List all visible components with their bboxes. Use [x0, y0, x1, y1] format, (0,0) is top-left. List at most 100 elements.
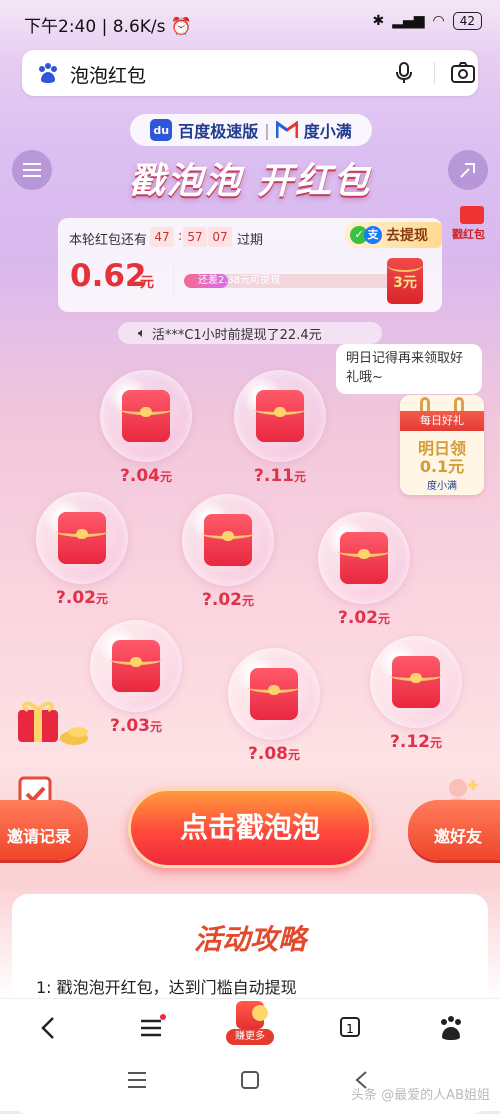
redpack-side-button[interactable]: 戳红包	[452, 206, 492, 246]
pop-bubble-button[interactable]: 点击戳泡泡	[128, 788, 372, 868]
countdown-prefix: 本轮红包还有	[69, 233, 148, 248]
baidu-paw-icon	[39, 63, 57, 83]
countdown-colon: :	[178, 229, 183, 244]
envelope-knot	[130, 657, 142, 667]
red-envelope-icon	[248, 668, 300, 720]
daily-gift-calendar[interactable]: 每日好礼 明日领 0.1元 度小满	[400, 395, 484, 495]
brand-name-1: 百度极速版	[178, 122, 259, 141]
menu-lines-icon[interactable]	[136, 1013, 166, 1043]
red-envelope-icon	[56, 512, 108, 564]
status-icons: ✱ ▂▄▆ ◠ 42	[372, 12, 482, 30]
envelope-knot	[358, 549, 370, 559]
red-envelope-icon	[110, 640, 162, 692]
envelope-knot	[222, 531, 234, 541]
bubble[interactable]	[100, 370, 192, 462]
calendar-header: 每日好礼	[400, 411, 484, 431]
calendar-footer: 度小满	[427, 481, 457, 492]
strategy-heading: 活动攻略	[193, 923, 306, 956]
baidu-home-icon[interactable]	[436, 1013, 466, 1043]
red-envelope-icon	[338, 532, 390, 584]
envelope-knot	[268, 685, 280, 695]
tomorrow-tip: 明日记得再来领取好礼哦~	[336, 344, 482, 394]
redpack-side-label: 戳红包	[452, 228, 485, 241]
envelope-knot	[76, 529, 88, 539]
red-envelope-icon	[460, 206, 484, 224]
strategy-rule: 1: 戳泡泡开红包，达到门槛自动提现	[36, 978, 297, 997]
bubble[interactable]	[228, 648, 320, 740]
withdraw-progress-bar: 还差2.38元可提现	[184, 274, 394, 288]
earn-more-label: 赚更多	[226, 1029, 274, 1045]
camera-icon[interactable]	[450, 61, 476, 85]
bubble-amount: ?.04元	[100, 466, 192, 486]
card-divider	[173, 262, 174, 298]
tabs-button[interactable]: 1	[336, 1013, 366, 1043]
red-envelope-icon	[254, 390, 306, 442]
brand-name-2: 度小满	[303, 122, 352, 141]
coin-icon	[252, 1005, 268, 1021]
brand-pill: du 百度极速版 | 度小满	[130, 114, 372, 146]
bubble-amount-value: ?.03	[110, 716, 150, 736]
gift-box-icon	[18, 701, 88, 745]
countdown-minutes: 57	[183, 227, 207, 247]
bubble[interactable]	[370, 636, 462, 728]
countdown-hours: 47	[150, 227, 174, 247]
countdown-seconds: 07	[208, 227, 232, 247]
signal-icon: ▂▄▆	[392, 13, 425, 29]
envelope-knot	[140, 407, 152, 417]
microphone-icon[interactable]	[394, 61, 414, 85]
bubble-amount: ?.08元	[228, 744, 320, 764]
bubble-amount: ?.02元	[318, 608, 410, 628]
ticker-text: 活***C1小时前提现了22.4元	[151, 327, 322, 343]
envelope-knot	[274, 407, 286, 417]
bubble-amount-unit: 元	[429, 736, 442, 750]
bubble-amount-unit: 元	[95, 592, 108, 606]
bubble-amount-value: ?.12	[390, 732, 430, 752]
status-time: 下午2:40 | 8.6K/s ⏰	[24, 17, 193, 37]
earn-more-button[interactable]: 赚更多	[226, 1001, 274, 1047]
bubble-amount-value: ?.02	[56, 588, 96, 608]
invite-friend-button[interactable]: 邀好友	[408, 800, 500, 860]
balance-amount: 0.62	[70, 258, 147, 294]
bottom-nav: 赚更多 1	[0, 998, 500, 1055]
bubble[interactable]	[36, 492, 128, 584]
search-bar[interactable]: 泡泡红包	[22, 50, 478, 96]
alipay-icon: 支	[364, 226, 382, 244]
recent-apps-icon[interactable]	[126, 1070, 148, 1090]
wifi-icon: ◠	[432, 13, 445, 29]
bubble-amount-value: ?.11	[254, 466, 294, 486]
calendar-line2: 0.1元	[419, 457, 465, 476]
bubble-amount-unit: 元	[287, 748, 300, 762]
bubble-amount-value: ?.02	[338, 608, 378, 628]
watermark: 头条 @最爱的人AB姐姐	[351, 1088, 490, 1103]
home-icon[interactable]	[240, 1070, 260, 1090]
earn-more-icon	[236, 1001, 268, 1029]
bubble-amount-unit: 元	[149, 720, 162, 734]
bubble-amount: ?.11元	[234, 466, 326, 486]
search-input[interactable]: 泡泡红包	[70, 61, 146, 88]
bubble-amount-value: ?.02	[202, 590, 242, 610]
bubble[interactable]	[90, 620, 182, 712]
withdraw-ticker: 🔈︎ 活***C1小时前提现了22.4元	[118, 322, 382, 344]
envelope-knot	[410, 673, 422, 683]
battery-icon: 42	[452, 12, 482, 30]
bubble-amount: ?.02元	[36, 588, 128, 608]
bubble-amount-unit: 元	[293, 470, 306, 484]
bubble-amount: ?.02元	[182, 590, 274, 610]
bubble[interactable]	[318, 512, 410, 604]
target-envelope: 3元	[387, 258, 423, 304]
bubble-amount: ?.12元	[370, 732, 462, 752]
bubble-amount-unit: 元	[159, 470, 172, 484]
tabs-count: 1	[340, 1017, 360, 1037]
bubble-amount-unit: 元	[241, 594, 254, 608]
bubble[interactable]	[182, 494, 274, 586]
withdraw-button[interactable]: ✓ 支 去提现	[344, 222, 442, 248]
back-icon[interactable]	[34, 1013, 64, 1043]
baidu-logo-icon: du	[150, 119, 173, 141]
bubble-amount: ?.03元	[90, 716, 182, 736]
invite-record-button[interactable]: 邀请记录	[0, 800, 88, 860]
red-envelope-icon	[390, 656, 442, 708]
bubble-amount-value: ?.08	[248, 744, 288, 764]
target-envelope-label: 3元	[393, 275, 417, 291]
bubble[interactable]	[234, 370, 326, 462]
bubble-amount-unit: 元	[377, 612, 390, 626]
